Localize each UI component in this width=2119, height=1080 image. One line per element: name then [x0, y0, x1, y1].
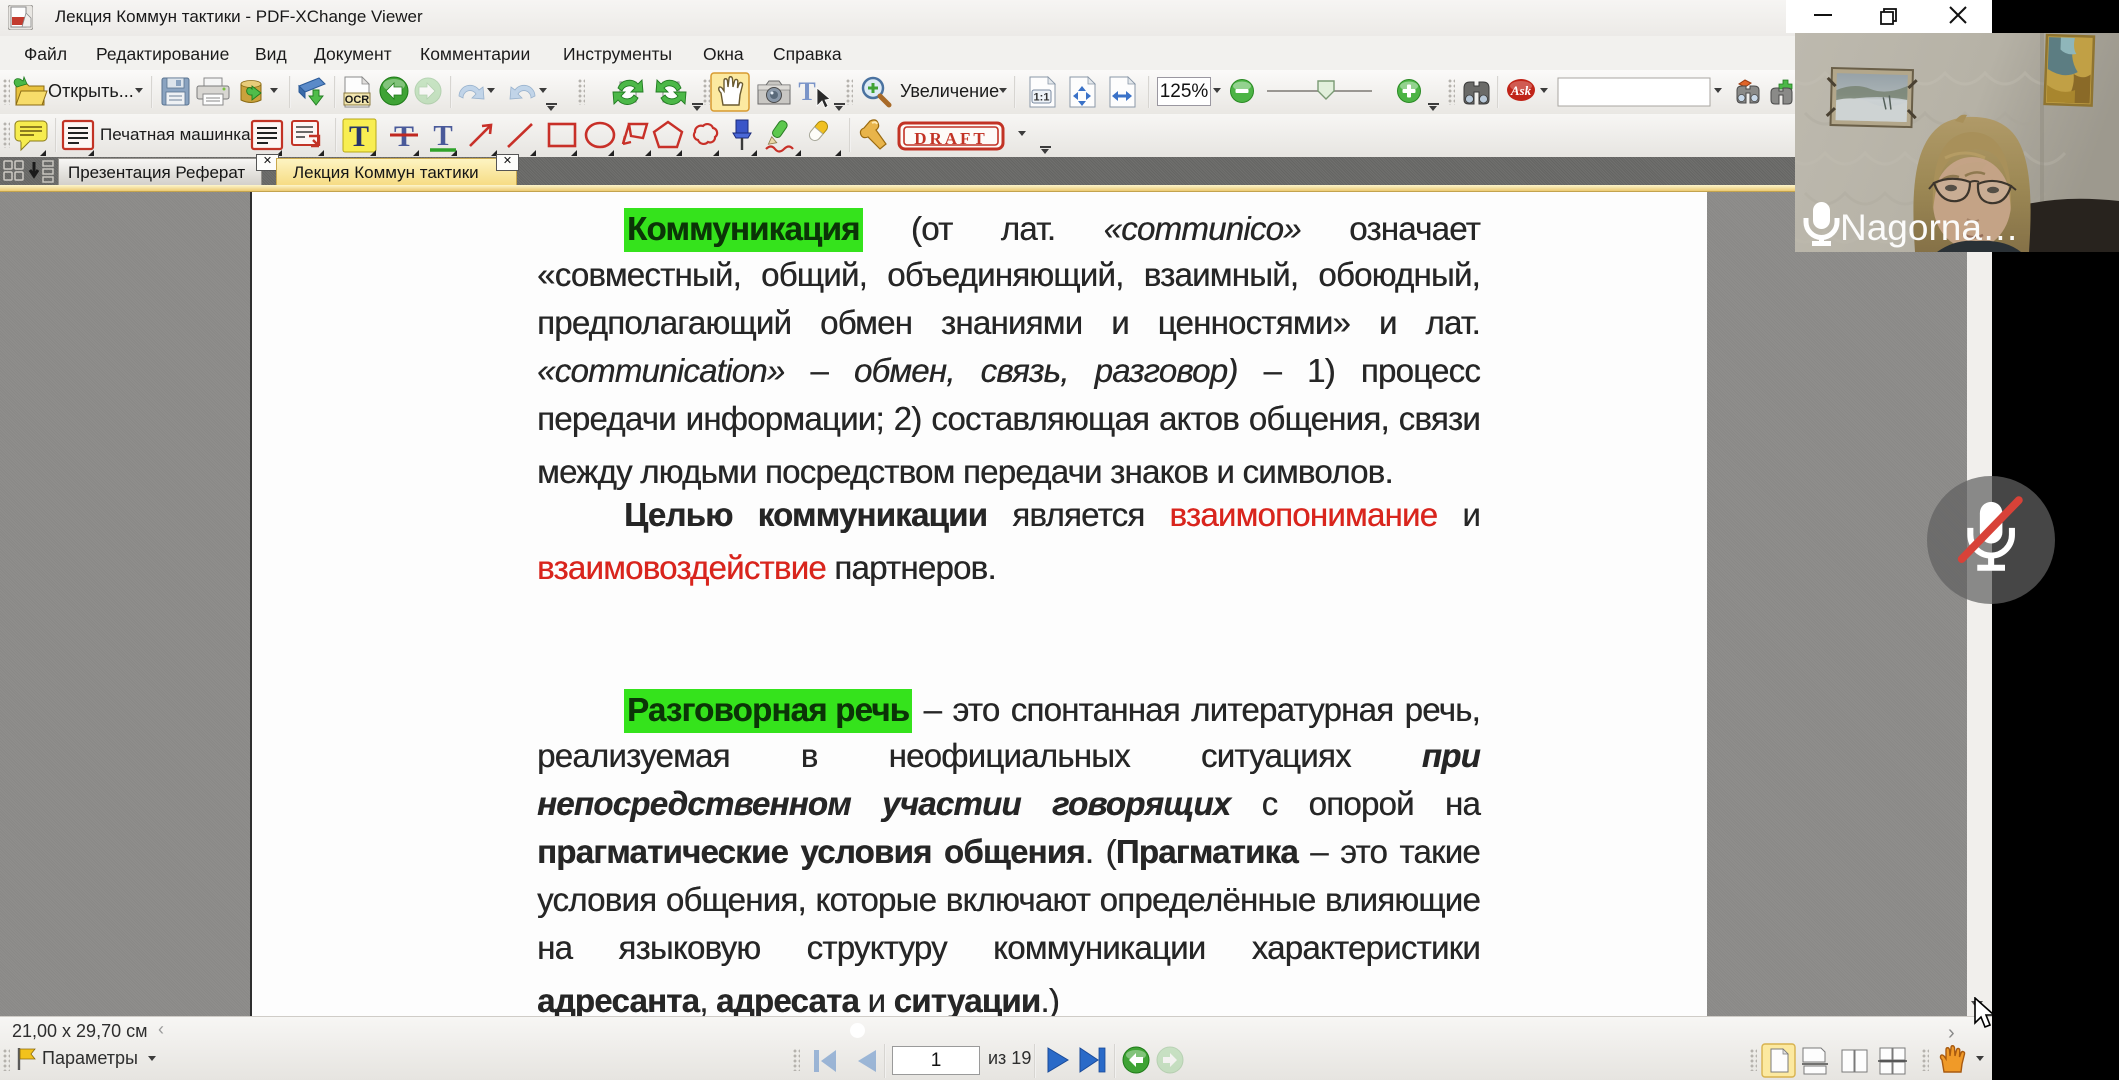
svg-text:DRAFT: DRAFT	[914, 129, 988, 148]
svg-text:OCR: OCR	[345, 94, 370, 106]
svg-text:T: T	[433, 120, 452, 152]
svg-text:Ask: Ask	[1510, 83, 1532, 98]
svg-text:1:1: 1:1	[1034, 92, 1050, 104]
svg-text:T: T	[798, 77, 815, 106]
svg-text:T: T	[349, 120, 369, 153]
svg-text:Nagorna…: Nagorna…	[1840, 207, 2019, 248]
